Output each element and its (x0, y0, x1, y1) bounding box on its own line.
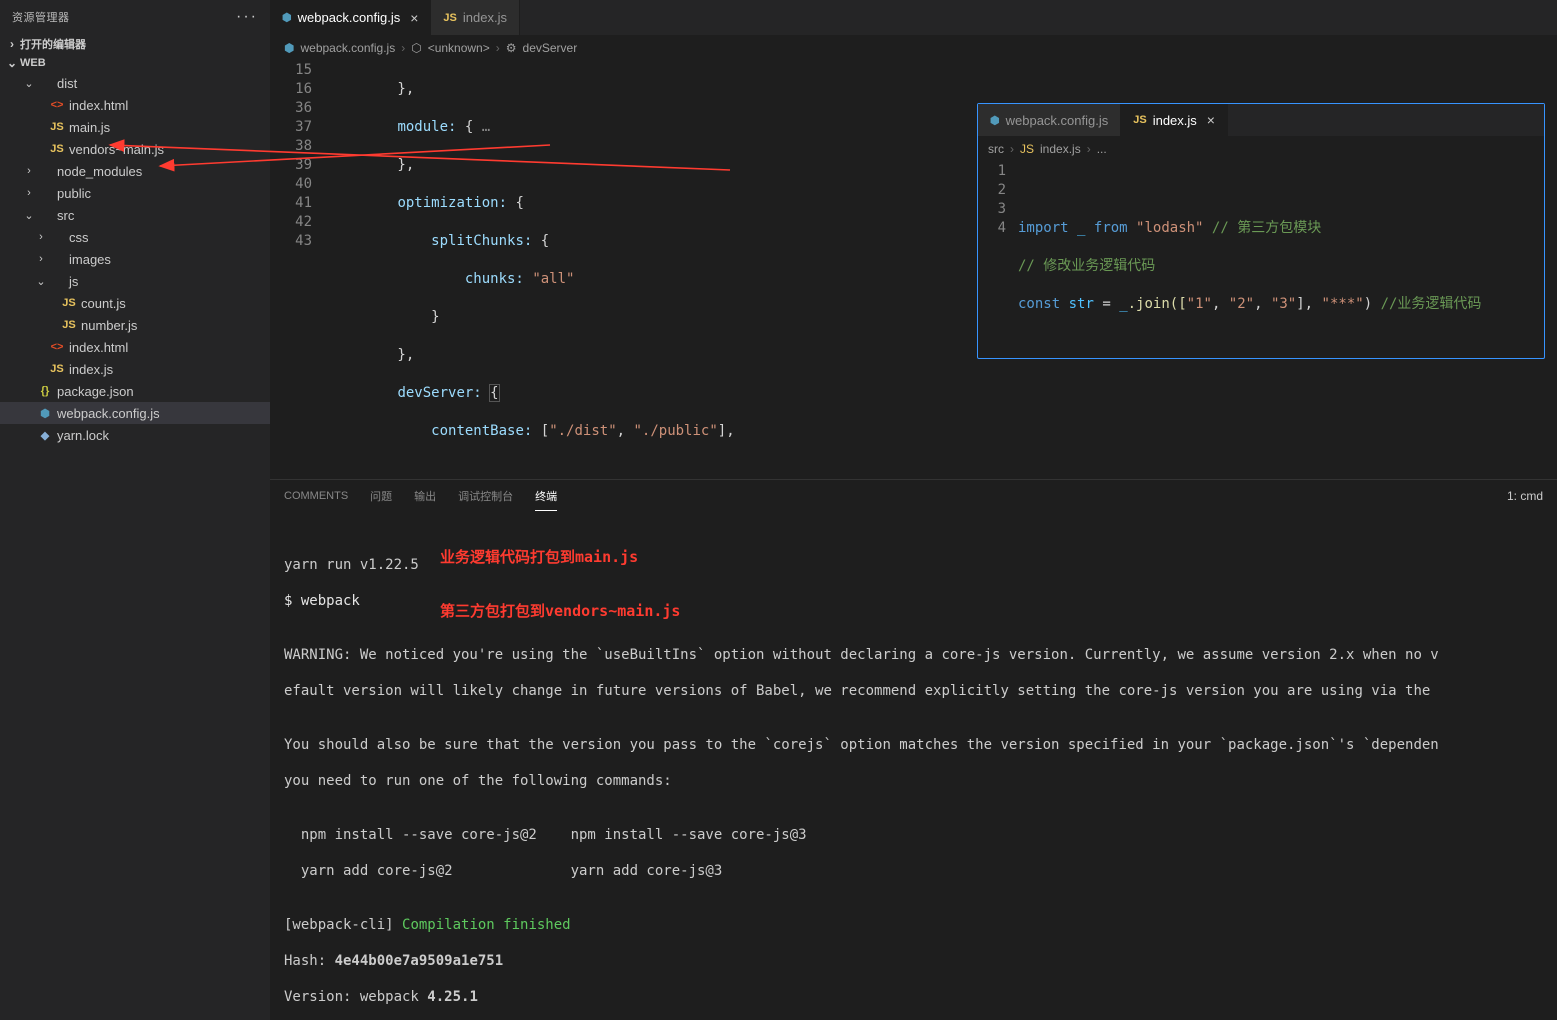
main-area: ⬢webpack.config.js× JSindex.js ⬢webpack.… (270, 0, 1557, 1020)
breadcrumb[interactable]: ⬢webpack.config.js› ⬡<unknown>› ⚙devServ… (270, 35, 1557, 61)
folder-public[interactable]: ›public (0, 182, 270, 204)
terminal[interactable]: 业务逻辑代码打包到main.js 第三方包打包到vendors~main.js … (270, 512, 1557, 1020)
folder-node-modules[interactable]: ›node_modules (0, 160, 270, 182)
peek-tab-webpack[interactable]: ⬢webpack.config.js (978, 104, 1121, 136)
bottom-panel: COMMENTS 问题 输出 调试控制台 终端 1: cmd 业务逻辑代码打包到… (270, 479, 1557, 1020)
open-editors-section[interactable]: ›打开的编辑器 (0, 34, 270, 54)
terminal-selector[interactable]: 1: cmd (1507, 489, 1543, 503)
sidebar: 资源管理器 ··· ›打开的编辑器 ⌄WEB ⌄dist ·<>index.ht… (0, 0, 270, 1020)
close-icon[interactable]: × (410, 10, 418, 26)
folder-dist[interactable]: ⌄dist (0, 72, 270, 94)
folder-css[interactable]: ›css (0, 226, 270, 248)
peek-editor: ⬢webpack.config.js JSindex.js× src›JSind… (977, 103, 1545, 359)
file-number-js[interactable]: ·JSnumber.js (0, 314, 270, 336)
close-icon[interactable]: × (1207, 112, 1215, 128)
file-yarn-lock[interactable]: ·◆yarn.lock (0, 424, 270, 446)
panel-tab-debug[interactable]: 调试控制台 (458, 482, 513, 510)
editor-webpack[interactable]: 15163637383940414243 }, module: { … }, o… (270, 61, 1557, 479)
folder-src[interactable]: ⌄src (0, 204, 270, 226)
file-count-js[interactable]: ·JScount.js (0, 292, 270, 314)
workspace-root[interactable]: ⌄WEB (0, 54, 270, 72)
explorer-title: 资源管理器 (12, 9, 70, 25)
folder-js[interactable]: ⌄js (0, 270, 270, 292)
file-package-json[interactable]: ·{}package.json (0, 380, 270, 402)
file-src-index-js[interactable]: ·JSindex.js (0, 358, 270, 380)
line-gutter: 15163637383940414243 (270, 61, 330, 479)
file-src-index-html[interactable]: ·<>index.html (0, 336, 270, 358)
panel-tab-problems[interactable]: 问题 (370, 482, 392, 510)
tab-webpack-config[interactable]: ⬢webpack.config.js× (270, 0, 431, 35)
more-icon[interactable]: ··· (236, 8, 258, 26)
file-vendors-main-js[interactable]: ·JSvendors~main.js (0, 138, 270, 160)
peek-code[interactable]: import _ from "lodash" // 第三方包模块 // 修改业务… (1018, 162, 1544, 352)
panel-tab-comments[interactable]: COMMENTS (284, 484, 348, 508)
panel-tab-terminal[interactable]: 终端 (535, 482, 557, 511)
panel-tab-output[interactable]: 输出 (414, 482, 436, 510)
tab-index-js[interactable]: JSindex.js (431, 0, 520, 35)
file-index-html[interactable]: ·<>index.html (0, 94, 270, 116)
file-webpack-config[interactable]: ·⬢webpack.config.js (0, 402, 270, 424)
peek-tab-index[interactable]: JSindex.js× (1121, 104, 1228, 136)
folder-images[interactable]: ›images (0, 248, 270, 270)
file-tree: ⌄dist ·<>index.html ·JSmain.js ·JSvendor… (0, 72, 270, 446)
editor-tabs: ⬢webpack.config.js× JSindex.js (270, 0, 1557, 35)
file-main-js[interactable]: ·JSmain.js (0, 116, 270, 138)
